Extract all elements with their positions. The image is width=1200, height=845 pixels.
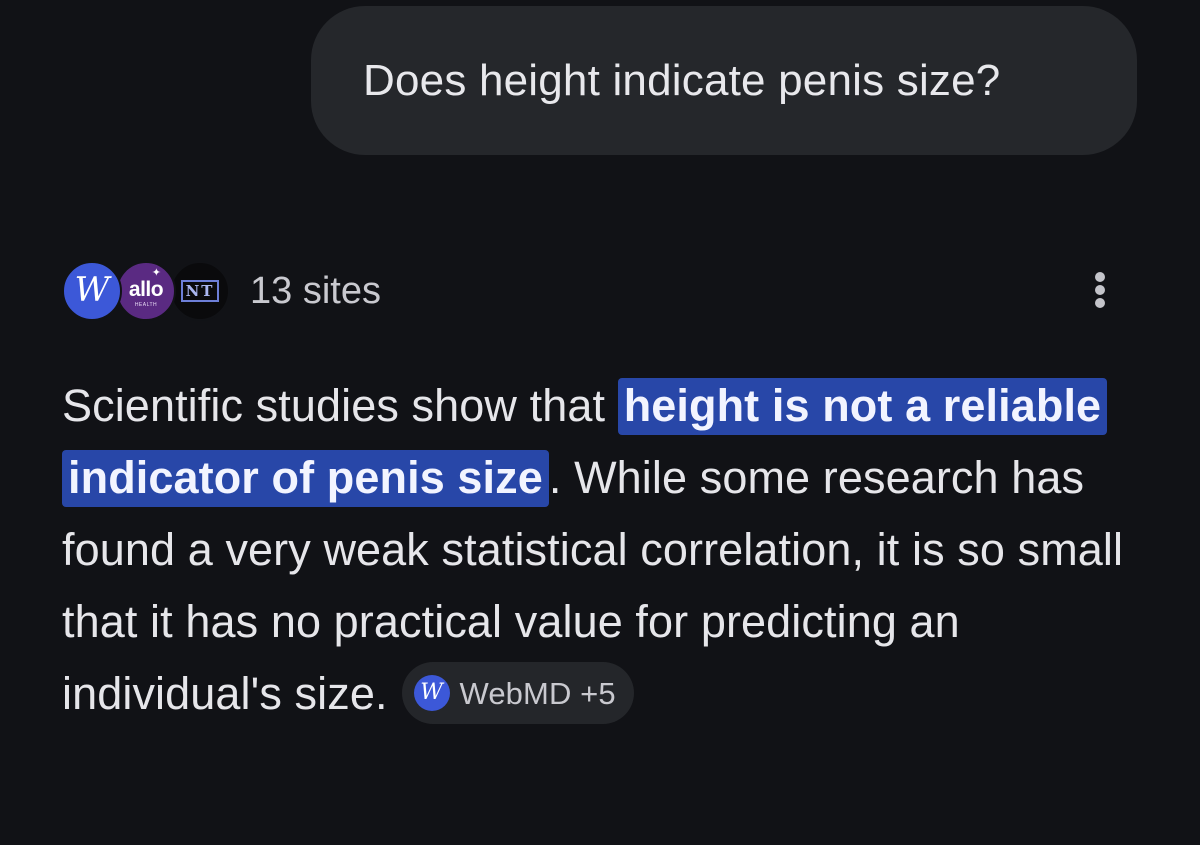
more-vertical-icon[interactable]	[1084, 266, 1116, 314]
webmd-logo-icon: W	[62, 261, 122, 321]
user-query-text: Does height indicate penis size?	[363, 55, 1001, 105]
citation-chip-webmd[interactable]: W WebMD +5	[401, 662, 634, 725]
answer-text: Scientific studies show that height is n…	[62, 370, 1152, 730]
user-query-bubble: Does height indicate penis size?	[311, 6, 1137, 155]
ai-answer-page: Does height indicate penis size? W ✦ all…	[0, 0, 1200, 845]
sources-button[interactable]: W ✦ allo HEALTH NT 13 sites	[62, 258, 381, 324]
sources-count-label: 13 sites	[250, 269, 381, 312]
citation-label: WebMD +5	[459, 675, 616, 711]
allo-health-logo-icon: ✦ allo HEALTH	[116, 261, 176, 321]
nt-logo-icon: NT	[170, 261, 230, 321]
webmd-citation-icon: W	[413, 675, 450, 712]
answer-intro: Scientific studies show that	[62, 380, 606, 431]
